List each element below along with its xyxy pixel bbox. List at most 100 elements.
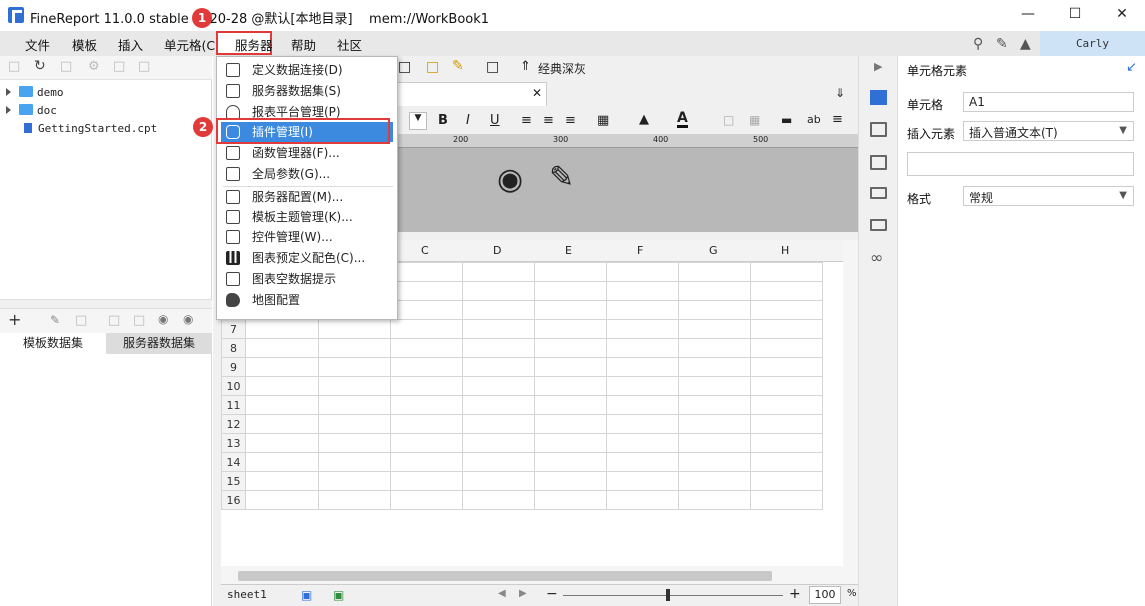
panel-splitter[interactable] [0, 299, 212, 309]
column-header[interactable]: H [781, 244, 789, 257]
insert-content-field[interactable] [907, 152, 1134, 176]
format-painter-icon[interactable]: ✎ [452, 58, 464, 74]
zoom-in-icon[interactable]: + [789, 586, 801, 602]
maximize-button[interactable]: ☐ [1065, 6, 1085, 24]
column-header[interactable]: F [637, 244, 643, 257]
pin-icon[interactable]: ↙ [1126, 60, 1137, 75]
edit-icon[interactable]: ✎ [50, 313, 60, 327]
ab-button[interactable]: ab [807, 113, 821, 126]
column-header[interactable]: D [493, 244, 501, 257]
search-icon[interactable]: ⚲ [973, 36, 983, 52]
clipboard-icon[interactable]: □ [426, 59, 439, 75]
dataset-server-icon[interactable]: □ [133, 313, 145, 328]
open-icon[interactable]: □ [60, 59, 72, 74]
widget-panel-icon[interactable] [870, 187, 887, 199]
database-settings-icon[interactable]: ◉ [183, 312, 193, 326]
hide-eye-icon[interactable]: ◉ [497, 162, 523, 197]
menu-item-function[interactable]: 函数管理器(F)... [217, 143, 397, 163]
cell-attribute-icon[interactable] [870, 122, 887, 137]
horizontal-scroll-thumb[interactable] [238, 571, 772, 581]
cell-field[interactable]: A1 [963, 92, 1134, 112]
zoom-out-icon[interactable]: − [546, 586, 558, 602]
refresh-icon[interactable]: ↻ [34, 58, 46, 74]
delete-dataset-icon[interactable]: □ [75, 313, 87, 328]
row-header[interactable]: 12 [221, 414, 246, 434]
zoom-input[interactable]: 100 [809, 586, 841, 604]
row-header[interactable]: 9 [221, 357, 246, 377]
next-sheet-icon[interactable]: ▶ [519, 588, 527, 599]
menu-item-server-config[interactable]: 服务器配置(M)... [217, 187, 397, 207]
add-dataset-icon[interactable]: + [8, 310, 21, 329]
menu-item-chart-empty[interactable]: 图表空数据提示 [217, 269, 397, 289]
row-header[interactable]: 13 [221, 433, 246, 453]
settings-icon[interactable]: ⚙ [88, 59, 100, 74]
tab-menu-icon[interactable]: ⇓ [835, 86, 845, 100]
unmerge-icon[interactable]: ▦ [749, 113, 760, 127]
menu-item-global-param[interactable]: 全局参数(G)... [217, 164, 397, 184]
tree-item-file[interactable]: GettingStarted.cpt [24, 122, 157, 135]
preview-icon[interactable]: □ [108, 313, 120, 328]
add-sheet-icon[interactable]: ▣ [301, 588, 312, 602]
align-left-icon[interactable]: ≡ [521, 113, 532, 128]
database-icon[interactable]: ◉ [158, 312, 168, 326]
close-button[interactable]: ✕ [1112, 6, 1132, 24]
border-icon[interactable]: ▦ [597, 113, 609, 128]
hyperlink-icon[interactable]: ∞ [870, 248, 883, 267]
fill-color-icon[interactable]: ▲ [639, 112, 649, 127]
row-header[interactable]: 8 [221, 338, 246, 358]
menu-item-chart-color[interactable]: 图表预定义配色(C)... [217, 248, 397, 268]
collapse-panel-icon[interactable]: ▶ [874, 60, 882, 73]
align-center-icon[interactable]: ≡ [543, 113, 554, 128]
column-header[interactable]: G [709, 244, 718, 257]
close-tab-icon[interactable]: ✕ [532, 86, 542, 100]
border-panel-icon[interactable] [870, 155, 887, 170]
font-size-dropdown[interactable]: ▼ [409, 112, 427, 130]
tree-item-doc[interactable]: doc [6, 104, 57, 117]
underline-button[interactable]: U [490, 113, 500, 128]
delete-icon[interactable]: □ [113, 59, 125, 74]
menu-item-widget[interactable]: 控件管理(W)... [217, 227, 397, 247]
row-header[interactable]: 11 [221, 395, 246, 415]
vertical-scrollbar[interactable] [843, 240, 858, 566]
menu-item-theme[interactable]: 模板主题管理(K)... [217, 207, 397, 227]
menu-help[interactable]: 帮助 [291, 35, 316, 54]
menu-item-server-dataset[interactable]: 服务器数据集(S) [217, 81, 397, 101]
theme-label[interactable]: 经典深灰 [538, 60, 586, 77]
add-report-sheet-icon[interactable]: ▣ [333, 588, 344, 602]
insert-element-select[interactable]: 插入普通文本(T) ▼ [963, 121, 1134, 141]
minimize-button[interactable]: — [1018, 6, 1038, 24]
prev-sheet-icon[interactable]: ◀ [498, 588, 506, 599]
menu-template[interactable]: 模板 [72, 35, 97, 54]
row-header[interactable]: 10 [221, 376, 246, 396]
wrap-icon[interactable]: ▬ [781, 113, 792, 127]
more-icon[interactable]: ≡ [832, 112, 843, 127]
zoom-slider-thumb[interactable] [666, 589, 670, 601]
cell-element-icon[interactable] [870, 90, 887, 105]
row-header[interactable]: 15 [221, 471, 246, 491]
zoom-slider[interactable] [563, 595, 783, 596]
column-header[interactable]: C [421, 244, 429, 257]
row-header[interactable]: 7 [221, 319, 246, 339]
format-select[interactable]: 常规 ▼ [963, 186, 1134, 206]
condition-icon[interactable] [870, 219, 887, 231]
pencil-icon[interactable]: ✎ [549, 160, 574, 195]
menu-insert[interactable]: 插入 [118, 35, 143, 54]
theme-icon[interactable]: ⇑ [520, 59, 531, 74]
italic-button[interactable]: I [466, 113, 470, 128]
menu-file[interactable]: 文件 [25, 35, 50, 54]
menu-cell[interactable]: 单元格(C) [164, 35, 220, 54]
tree-item-demo[interactable]: demo [6, 86, 64, 99]
tab-server-dataset[interactable]: 服务器数据集 [106, 333, 212, 354]
align-right-icon[interactable]: ≡ [565, 113, 576, 128]
merge-icon[interactable]: □ [723, 113, 734, 127]
paste-icon[interactable]: □ [398, 59, 411, 75]
new-folder-icon[interactable]: □ [8, 59, 20, 74]
expand-icon[interactable] [6, 88, 11, 96]
column-header[interactable]: E [565, 244, 572, 257]
menu-community[interactable]: 社区 [337, 35, 362, 54]
menu-server[interactable]: 服务器 [235, 35, 273, 54]
row-header[interactable]: 14 [221, 452, 246, 472]
text-color-button[interactable]: A [677, 111, 688, 128]
menu-item-map[interactable]: 地图配置 [217, 290, 397, 310]
expand-icon[interactable] [6, 106, 11, 114]
